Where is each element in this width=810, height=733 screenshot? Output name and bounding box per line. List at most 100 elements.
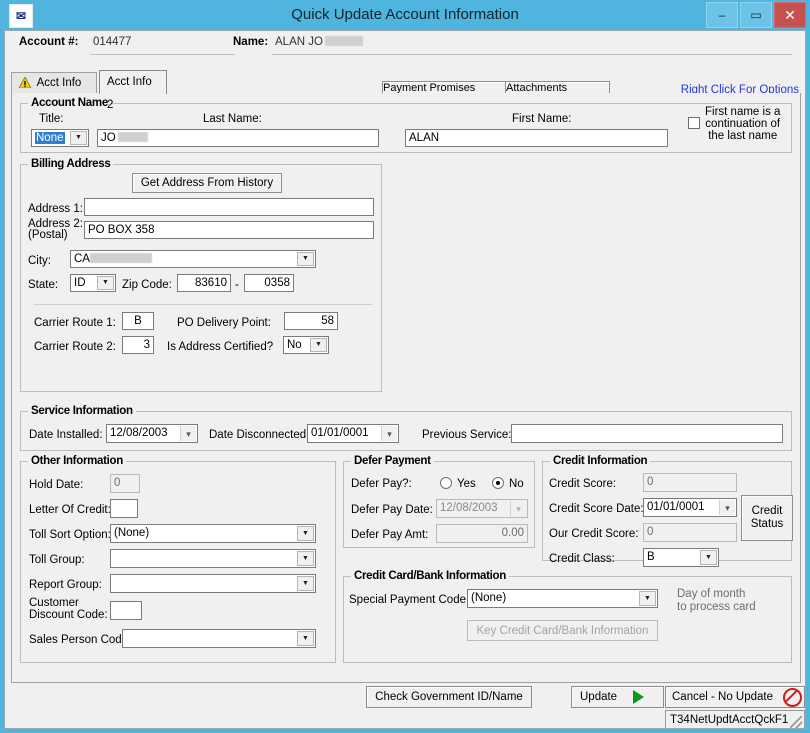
- get-address-from-history-button[interactable]: Get Address From History: [132, 173, 282, 193]
- update-button[interactable]: Update: [571, 686, 664, 708]
- title-combo[interactable]: None ▼: [31, 129, 89, 147]
- credit-score-date-label: Credit Score Date:: [549, 503, 644, 515]
- redaction-bar: [324, 36, 363, 46]
- name-underline: [272, 54, 792, 55]
- defer-payment-caption: Defer Payment: [351, 455, 434, 467]
- last-name-input[interactable]: JO: [97, 129, 379, 147]
- account-header: Account #: 014477 Name: ALAN JO: [5, 31, 805, 57]
- last-name-label: Last Name:: [203, 113, 262, 125]
- window-controls: – ▭ ✕: [706, 2, 806, 28]
- sales-person-code-combo[interactable]: ▼: [122, 629, 316, 648]
- toll-group-label: Toll Group:: [29, 554, 85, 566]
- defer-pay-date-label: Defer Pay Date:: [351, 504, 433, 516]
- date-installed-picker[interactable]: 12/08/2003 ▾: [106, 424, 198, 443]
- carrier-route-1-label: Carrier Route 1:: [34, 317, 116, 329]
- credit-information-caption: Credit Information: [550, 455, 651, 467]
- hold-date-input[interactable]: 0: [110, 474, 140, 493]
- name-label: Name:: [233, 36, 269, 48]
- state-combo[interactable]: ID ▼: [70, 274, 116, 292]
- customer-discount-code-label: Customer Discount Code:: [29, 597, 108, 621]
- credit-score-label: Credit Score:: [549, 478, 617, 490]
- credit-class-combo[interactable]: B ▼: [643, 548, 719, 567]
- carrier-route-1-input[interactable]: B: [122, 312, 154, 330]
- address1-input[interactable]: [84, 198, 374, 216]
- zip-plus-four-input[interactable]: 0358: [244, 274, 294, 292]
- tab-acct-info-1[interactable]: Acct Info 1: [11, 72, 97, 112]
- day-of-month-note: Day of month to process card: [677, 588, 756, 613]
- credit-status-button[interactable]: Credit Status: [741, 495, 793, 541]
- chevron-down-icon: ▼: [97, 276, 114, 290]
- report-group-combo[interactable]: ▼: [110, 574, 316, 593]
- defer-pay-no-label: No: [509, 478, 524, 490]
- account-number-underline: [90, 54, 235, 55]
- other-information-caption: Other Information: [28, 455, 127, 467]
- defer-pay-date-picker[interactable]: 12/08/2003 ▾: [436, 499, 528, 518]
- tab-panel-acct-info-2: Account Name Title: None ▼ Last Name: JO…: [11, 93, 801, 683]
- account-number-label: Account #:: [19, 36, 79, 48]
- defer-pay-amt-label: Defer Pay Amt:: [351, 529, 429, 541]
- credit-score-input[interactable]: 0: [643, 473, 737, 492]
- special-payment-code-combo[interactable]: (None) ▼: [467, 589, 658, 608]
- resize-grip-icon[interactable]: [790, 716, 802, 728]
- letter-of-credit-input[interactable]: [110, 499, 138, 518]
- sales-person-code-label: Sales Person Code:: [29, 634, 132, 646]
- title-bar: ✉ Quick Update Account Information – ▭ ✕: [0, 0, 810, 30]
- address-certified-combo[interactable]: No ▼: [283, 336, 329, 354]
- date-disconnected-picker[interactable]: 01/01/0001 ▾: [307, 424, 399, 443]
- tab-acct-info-2[interactable]: Acct Info 2: [99, 70, 167, 111]
- no-entry-icon: [783, 687, 802, 707]
- chevron-down-icon: ▾: [381, 426, 397, 441]
- redaction-bar: [117, 132, 148, 142]
- defer-pay-yes-label: Yes: [457, 478, 476, 490]
- chevron-down-icon: ▼: [297, 576, 314, 591]
- address2-label: Address 2: (Postal): [28, 218, 83, 241]
- date-installed-label: Date Installed:: [29, 429, 103, 441]
- green-arrow-icon: [633, 690, 645, 704]
- chevron-down-icon: ▼: [639, 591, 656, 606]
- check-government-id-button[interactable]: Check Government ID/Name: [366, 686, 532, 708]
- minimize-button[interactable]: –: [706, 2, 738, 28]
- carrier-route-2-input[interactable]: 3: [122, 336, 154, 354]
- toll-group-combo[interactable]: ▼: [110, 549, 316, 568]
- our-credit-score-input[interactable]: 0: [643, 523, 737, 542]
- cancel-no-update-button[interactable]: Cancel - No Update: [665, 686, 805, 708]
- first-name-continuation-checkbox[interactable]: [688, 117, 700, 129]
- account-name-caption: Account Name: [28, 97, 111, 109]
- city-label: City:: [28, 255, 51, 267]
- credit-score-date-picker[interactable]: 01/01/0001 ▾: [643, 498, 737, 517]
- defer-pay-amt-input[interactable]: 0.00: [436, 524, 528, 543]
- defer-pay-yes-radio[interactable]: [440, 477, 452, 489]
- first-name-input[interactable]: ALAN: [405, 129, 668, 147]
- maximize-button[interactable]: ▭: [740, 2, 772, 28]
- toll-sort-option-combo[interactable]: (None) ▼: [110, 524, 316, 543]
- billing-divider: [34, 304, 372, 305]
- defer-pay-no-radio[interactable]: [492, 477, 504, 489]
- quick-update-window: ✉ Quick Update Account Information – ▭ ✕…: [0, 0, 810, 733]
- previous-service-label: Previous Service:: [422, 429, 512, 441]
- chevron-down-icon: ▼: [297, 631, 314, 646]
- window-title: Quick Update Account Information: [291, 6, 519, 23]
- chevron-down-icon: ▼: [700, 550, 717, 565]
- zip-code-input[interactable]: 83610: [177, 274, 231, 292]
- customer-discount-code-input[interactable]: [110, 601, 142, 620]
- chevron-down-icon: ▼: [297, 551, 314, 566]
- hold-date-label: Hold Date:: [29, 479, 84, 491]
- po-delivery-point-input[interactable]: 58: [284, 312, 338, 330]
- report-group-label: Report Group:: [29, 579, 102, 591]
- defer-pay-label: Defer Pay?:: [351, 478, 412, 490]
- chevron-down-icon: ▼: [297, 526, 314, 541]
- address2-input[interactable]: PO BOX 358: [84, 221, 374, 239]
- date-disconnected-label: Date Disconnected:: [209, 429, 310, 441]
- name-value: ALAN JO: [275, 36, 363, 48]
- city-combo[interactable]: CA ▼: [70, 250, 316, 268]
- previous-service-input[interactable]: [511, 424, 783, 443]
- billing-address-caption: Billing Address: [28, 158, 114, 170]
- close-button[interactable]: ✕: [774, 2, 806, 28]
- special-payment-code-label: Special Payment Code:: [349, 594, 470, 606]
- tab-strip: Acct Info 1 Acct Info 2: [11, 70, 801, 112]
- chevron-down-icon: ▾: [180, 426, 196, 441]
- chevron-down-icon: ▼: [297, 252, 314, 266]
- redaction-bar: [89, 253, 152, 263]
- address-certified-label: Is Address Certified?: [167, 341, 274, 353]
- credit-class-label: Credit Class:: [549, 553, 615, 565]
